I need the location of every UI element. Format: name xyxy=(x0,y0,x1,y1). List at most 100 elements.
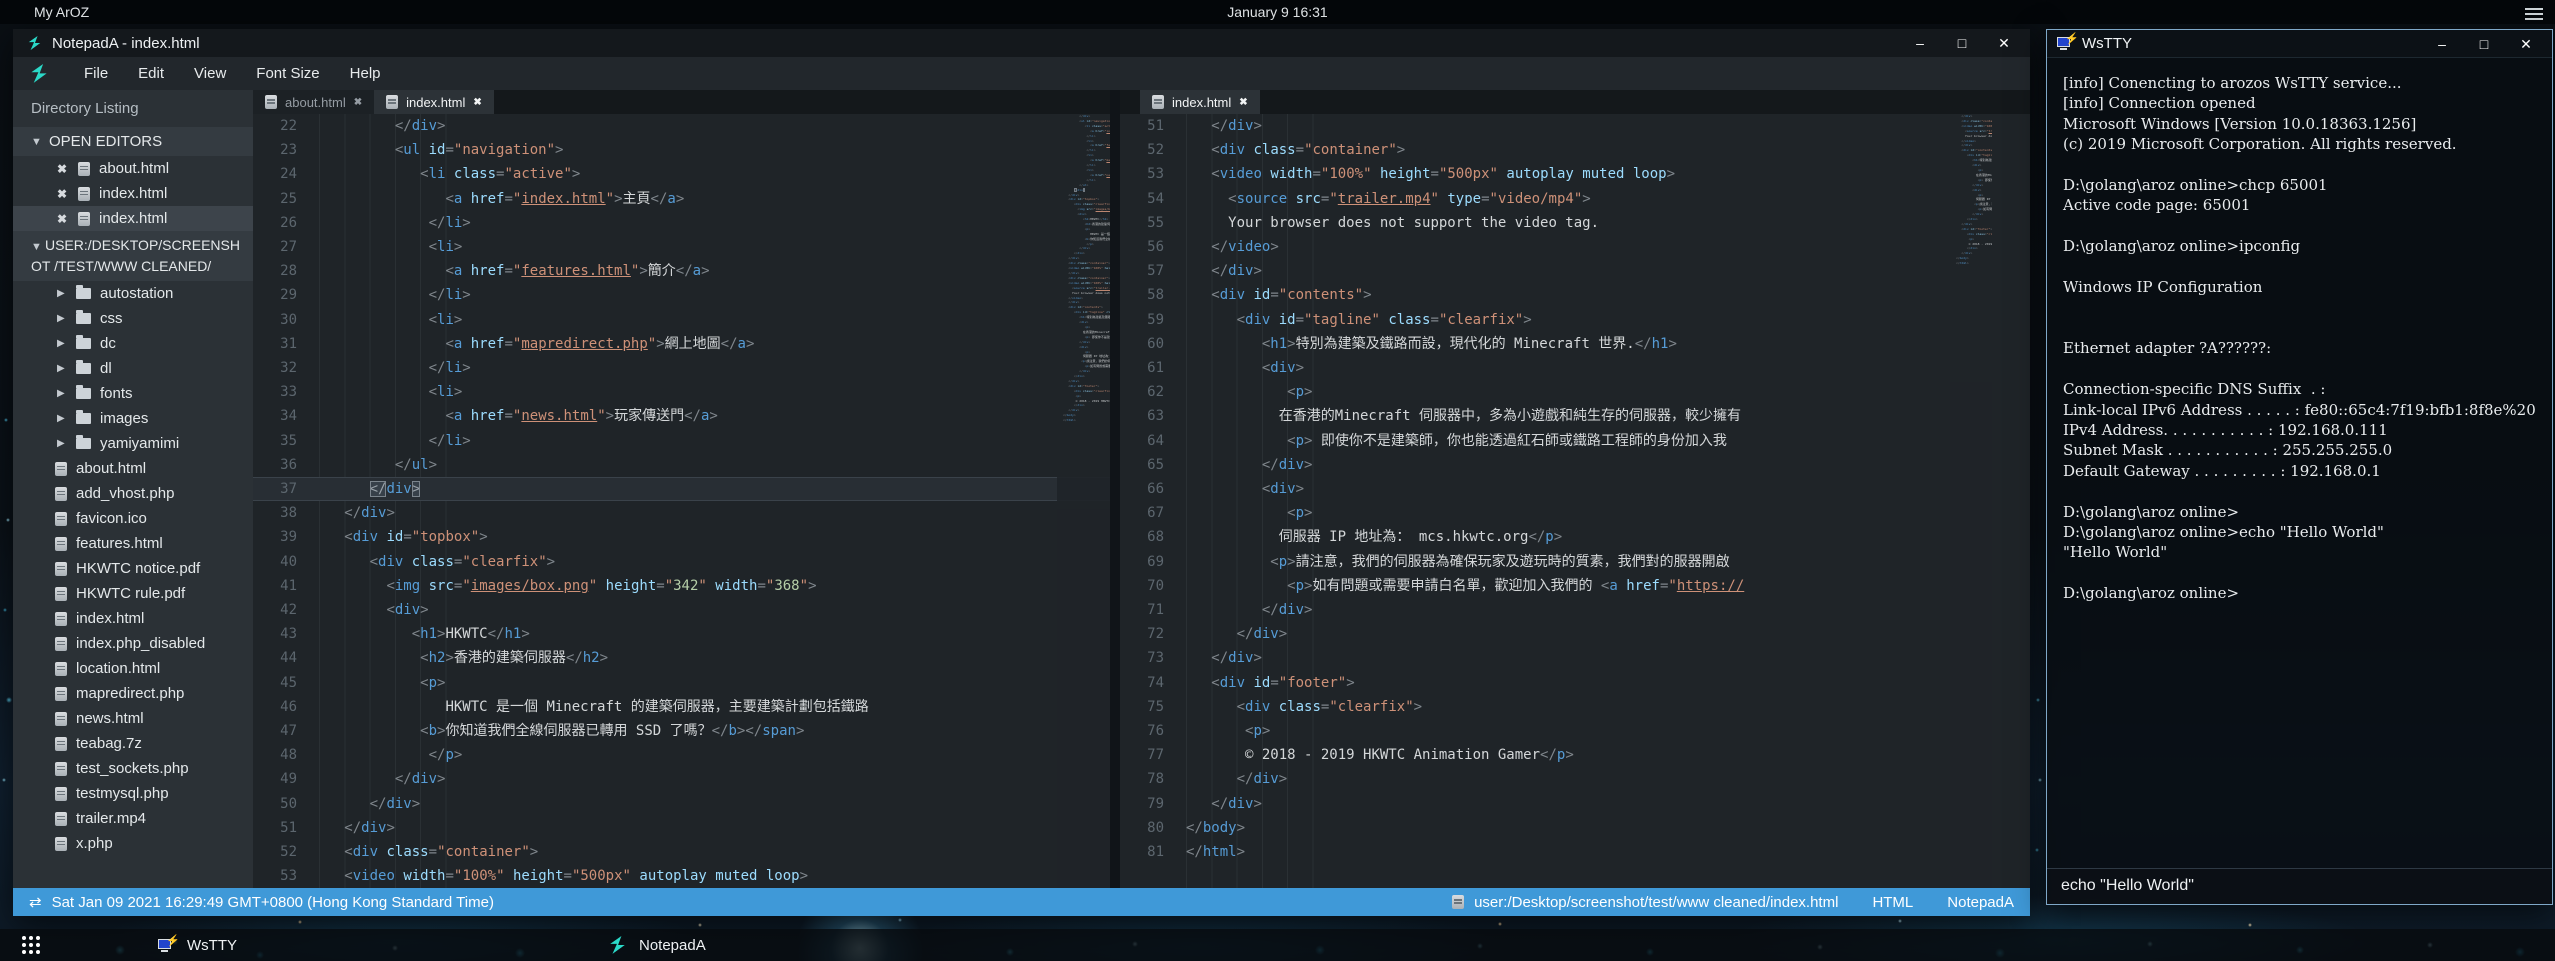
code-line[interactable]: 25 <a href="index.html">主頁</a> xyxy=(253,187,1110,211)
sidebar-file[interactable]: index.php_disabled xyxy=(13,631,253,656)
code-line[interactable]: 40 <div class="clearfix"> xyxy=(253,550,1110,574)
code-line[interactable]: 35 </li> xyxy=(253,429,1110,453)
sidebar-file[interactable]: index.html xyxy=(13,606,253,631)
sidebar-file[interactable]: about.html xyxy=(13,456,253,481)
code-line[interactable]: 68 伺服器 IP 地址為： mcs.hkwtc.org</p> xyxy=(1120,525,2030,549)
code-line[interactable]: 52 <div class="container"> xyxy=(253,840,1110,864)
code-line[interactable]: 36 </ul> xyxy=(253,453,1110,477)
code-editor-left[interactable]: 22 </div>23 <ul id="navigation">24 <li c… xyxy=(253,114,1110,888)
code-line[interactable]: 41 <img src="images/box.png" height="342… xyxy=(253,574,1110,598)
sidebar-file[interactable]: HKWTC notice.pdf xyxy=(13,556,253,581)
code-line[interactable]: 31 <a href="mapredirect.php">網上地圖</a> xyxy=(253,332,1110,356)
code-editor-right[interactable]: 51 </div>52 <div class="container">53 <v… xyxy=(1120,114,2030,888)
sidebar-file[interactable]: test_sockets.php xyxy=(13,756,253,781)
code-line[interactable]: 37 </div> xyxy=(253,477,1110,501)
code-line[interactable]: 53 <video width="100%" height="500px" au… xyxy=(1120,162,2030,186)
menu-edit[interactable]: Edit xyxy=(123,59,179,88)
code-line[interactable]: 65 </div> xyxy=(1120,453,2030,477)
sidebar-folder[interactable]: ▶yamiyamimi xyxy=(13,431,253,456)
sidebar-file[interactable]: trailer.mp4 xyxy=(13,806,253,831)
code-line[interactable]: 81</html> xyxy=(1120,840,2030,864)
maximize-button[interactable]: □ xyxy=(2476,36,2492,52)
code-line[interactable]: 50 </div> xyxy=(253,792,1110,816)
sidebar-file[interactable]: teabag.7z xyxy=(13,731,253,756)
code-line[interactable]: 29 </li> xyxy=(253,283,1110,307)
terminal-input[interactable]: echo "Hello World" xyxy=(2047,868,2552,904)
sidebar-file[interactable]: favicon.ico xyxy=(13,506,253,531)
code-line[interactable]: 63 在香港的Minecraft 伺服器中，多為小遊戲和純生存的伺服器，較少擁有 xyxy=(1120,404,2030,428)
status-appname[interactable]: NotepadA xyxy=(1947,894,2014,911)
sidebar-file[interactable]: HKWTC rule.pdf xyxy=(13,581,253,606)
status-datetime[interactable]: Sat Jan 09 2021 16:29:49 GMT+0800 (Hong … xyxy=(52,894,494,911)
menu-font-size[interactable]: Font Size xyxy=(241,59,334,88)
code-line[interactable]: 69 <p>請注意，我們的伺服器為確保玩家及遊玩時的質素，我們對的服器開啟 xyxy=(1120,550,2030,574)
code-line[interactable]: 81</html> xyxy=(1950,261,1992,266)
code-line[interactable]: 28 <a href="features.html">簡介</a> xyxy=(253,259,1110,283)
close-icon[interactable]: ✖ xyxy=(57,187,69,201)
code-line[interactable]: 24 <li class="active"> xyxy=(253,162,1110,186)
code-line[interactable]: 47 <b>你知道我們全線伺服器已轉用 SSD 了嗎？</b></span> xyxy=(253,719,1110,743)
app-launcher-icon[interactable] xyxy=(22,936,42,955)
code-line[interactable]: 52 <div class="container"> xyxy=(1120,138,2030,162)
code-line[interactable]: 64 <p> 即使你不是建築師，你也能透過紅石師或鐵路工程師的身份加入我 xyxy=(1120,429,2030,453)
code-line[interactable]: 45 <p> xyxy=(253,671,1110,695)
code-line[interactable]: 48 </p> xyxy=(253,743,1110,767)
code-line[interactable]: 53 <video width="100%" height="500px" au… xyxy=(253,864,1110,888)
code-line[interactable]: 30 <li> xyxy=(253,308,1110,332)
close-icon[interactable]: ✖ xyxy=(1239,97,1247,108)
open-editors-section[interactable]: ▼ OPEN EDITORS xyxy=(13,127,253,156)
code-line[interactable]: 44 <h2>香港的建築伺服器</h2> xyxy=(253,646,1110,670)
code-line[interactable]: 55 Your browser does not support the vid… xyxy=(1120,211,2030,235)
sidebar-file[interactable]: news.html xyxy=(13,706,253,731)
window-controls[interactable]: – □ ✕ xyxy=(2434,36,2534,52)
code-line[interactable]: 32 </li> xyxy=(253,356,1110,380)
sidebar-folder[interactable]: ▶css xyxy=(13,306,253,331)
code-line[interactable]: 42 <div> xyxy=(253,598,1110,622)
code-line[interactable]: 49 </div> xyxy=(253,767,1110,791)
code-line[interactable]: 26 </li> xyxy=(253,211,1110,235)
close-button[interactable]: ✕ xyxy=(1996,35,2012,51)
code-line[interactable]: 74 <div id="footer"> xyxy=(1120,671,2030,695)
code-line[interactable]: 23 <ul id="navigation"> xyxy=(253,138,1110,162)
code-line[interactable]: 62 <p> xyxy=(1120,380,2030,404)
sidebar-folder[interactable]: ▶dc xyxy=(13,331,253,356)
terminal-output[interactable]: [info] Conencting to arozos WsTTY servic… xyxy=(2047,59,2552,868)
sidebar-file[interactable]: location.html xyxy=(13,656,253,681)
code-line[interactable]: 51 </div> xyxy=(253,816,1110,840)
minimap-right[interactable]: 51 </div>52 <div class="container">53 <v… xyxy=(1950,114,1992,888)
code-line[interactable]: 38 </div> xyxy=(253,501,1110,525)
menu-file[interactable]: File xyxy=(69,59,123,88)
code-line[interactable]: 80</body> xyxy=(1120,816,2030,840)
taskbar-item-notepada[interactable]: NotepadA xyxy=(608,929,706,961)
workspace-root[interactable]: ▼ USER:/DESKTOP/SCREENSHOT /TEST/WWW CLE… xyxy=(13,231,253,281)
code-line[interactable]: 72 </div> xyxy=(1120,622,2030,646)
close-icon[interactable]: ✖ xyxy=(354,97,362,108)
sidebar-file[interactable]: add_vhost.php xyxy=(13,481,253,506)
close-icon[interactable]: ✖ xyxy=(57,212,69,226)
code-line[interactable]: 59 <div id="tagline" class="clearfix"> xyxy=(1120,308,2030,332)
code-line[interactable]: 66 <div> xyxy=(1120,477,2030,501)
code-line[interactable]: 73 </div> xyxy=(1120,646,2030,670)
code-line[interactable]: 61 <div> xyxy=(1120,356,2030,380)
open-editor-item[interactable]: ✖index.html xyxy=(13,181,253,206)
code-line[interactable]: 22 </div> xyxy=(253,114,1110,138)
code-line[interactable]: 76 <p> xyxy=(1120,719,2030,743)
sidebar-file[interactable]: mapredirect.php xyxy=(13,681,253,706)
editor-tab[interactable]: index.html✖ xyxy=(374,90,494,114)
code-line[interactable]: 78 </div> xyxy=(1120,767,2030,791)
code-line[interactable]: 54 <source src="trailer.mp4" type="video… xyxy=(1120,187,2030,211)
close-button[interactable]: ✕ xyxy=(2518,36,2534,52)
sidebar-file[interactable]: x.php xyxy=(13,831,253,856)
taskbar-item-wstty[interactable]: ⚡ WsTTY xyxy=(158,929,237,961)
editor-tab[interactable]: about.html✖ xyxy=(253,90,374,114)
code-line[interactable]: 75 <div class="clearfix"> xyxy=(1120,695,2030,719)
code-line[interactable]: 60 <h1>特別為建築及鐵路而設，現代化的 Minecraft 世界.</h1… xyxy=(1120,332,2030,356)
minimize-button[interactable]: – xyxy=(2434,36,2450,52)
code-line[interactable]: 81</html> xyxy=(1057,418,1110,423)
sidebar-file[interactable]: features.html xyxy=(13,531,253,556)
sidebar-folder[interactable]: ▶dl xyxy=(13,356,253,381)
code-line[interactable]: 33 <li> xyxy=(253,380,1110,404)
status-filepath[interactable]: user:/Desktop/screenshot/test/www cleane… xyxy=(1474,894,1838,911)
window-controls[interactable]: –□✕ xyxy=(1912,35,2012,51)
minimize-button[interactable]: – xyxy=(1912,35,1928,51)
